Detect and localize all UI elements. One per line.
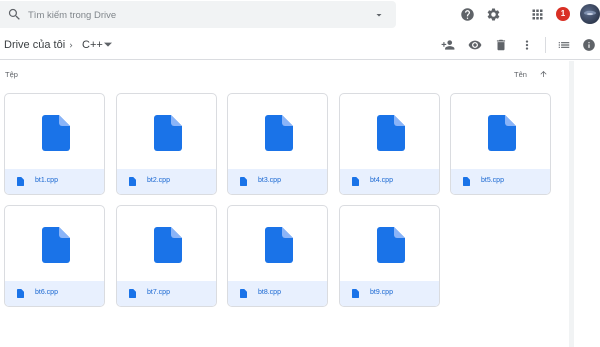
document-icon [129,177,136,186]
file-card[interactable]: bt1.cpp [4,93,105,195]
file-card[interactable]: bt4.cpp [339,93,440,195]
document-icon [265,227,293,263]
file-card-footer[interactable]: bt3.cpp [228,169,327,194]
file-name: bt7.cpp [147,289,170,296]
file-card-footer[interactable]: bt2.cpp [117,169,216,194]
file-thumbnail[interactable] [117,206,216,281]
file-card[interactable]: bt3.cpp [227,93,328,195]
sort-by-name[interactable]: Tên [514,70,527,79]
help-icon[interactable] [460,7,475,22]
file-card[interactable]: bt9.cpp [339,205,440,307]
file-name: bt2.cpp [147,177,170,184]
trash-icon[interactable] [494,38,508,52]
chevron-down-icon[interactable] [104,42,112,48]
list-header: Tệp Tên [0,61,565,87]
file-card-footer[interactable]: bt6.cpp [5,281,104,306]
breadcrumb-current[interactable]: C++ [82,39,103,51]
file-card-footer[interactable]: bt4.cpp [340,169,439,194]
file-name: bt5.cpp [481,177,504,184]
file-name: bt8.cpp [258,289,281,296]
document-icon [240,177,247,186]
file-card-footer[interactable]: bt1.cpp [5,169,104,194]
avatar[interactable] [580,4,600,24]
list-view-icon[interactable] [557,38,571,52]
file-name: bt3.cpp [258,177,281,184]
file-card[interactable]: bt6.cpp [4,205,105,307]
chevron-right-icon [69,43,73,48]
file-thumbnail[interactable] [228,206,327,281]
search-box[interactable] [0,1,396,28]
document-icon [352,289,359,298]
arrow-up-icon[interactable] [539,69,548,79]
document-icon [154,227,182,263]
top-bar: 1 [0,0,600,30]
document-icon [377,115,405,151]
file-card[interactable]: bt2.cpp [116,93,217,195]
file-name: bt9.cpp [370,289,393,296]
search-input[interactable] [28,6,358,24]
file-name: bt6.cpp [35,289,58,296]
search-icon[interactable] [7,7,22,22]
add-person-icon[interactable] [441,38,455,52]
document-icon [17,289,24,298]
document-icon [377,227,405,263]
file-card[interactable]: bt5.cpp [450,93,551,195]
scrollbar[interactable] [569,61,574,347]
document-icon [17,177,24,186]
gear-icon[interactable] [486,7,501,22]
document-icon [129,289,136,298]
file-thumbnail[interactable] [117,94,216,169]
more-vert-icon[interactable] [520,38,534,52]
file-thumbnail[interactable] [5,94,104,169]
file-name: bt4.cpp [370,177,393,184]
document-icon [42,115,70,151]
apps-grid-icon[interactable] [530,7,545,22]
document-icon [42,227,70,263]
document-icon [240,289,247,298]
toolbar: Drive của tôi C++ [0,30,600,60]
file-thumbnail[interactable] [451,94,550,169]
file-thumbnail[interactable] [228,94,327,169]
eye-icon[interactable] [468,38,482,52]
avatar-image [584,10,596,16]
files-heading: Tệp [5,70,18,79]
document-icon [352,177,359,186]
breadcrumb-root[interactable]: Drive của tôi [4,39,65,51]
file-thumbnail[interactable] [5,206,104,281]
file-thumbnail[interactable] [340,94,439,169]
document-icon [154,115,182,151]
document-icon [265,115,293,151]
notification-badge[interactable]: 1 [556,7,570,21]
file-card[interactable]: bt8.cpp [227,205,328,307]
file-card-footer[interactable]: bt9.cpp [340,281,439,306]
file-card[interactable]: bt7.cpp [116,205,217,307]
document-icon [488,115,516,151]
document-icon [463,177,470,186]
file-card-footer[interactable]: bt5.cpp [451,169,550,194]
file-name: bt1.cpp [35,177,58,184]
info-icon[interactable] [582,38,596,52]
file-card-footer[interactable]: bt7.cpp [117,281,216,306]
search-options-icon[interactable] [373,9,385,21]
toolbar-divider [545,37,546,53]
file-thumbnail[interactable] [340,206,439,281]
file-card-footer[interactable]: bt8.cpp [228,281,327,306]
